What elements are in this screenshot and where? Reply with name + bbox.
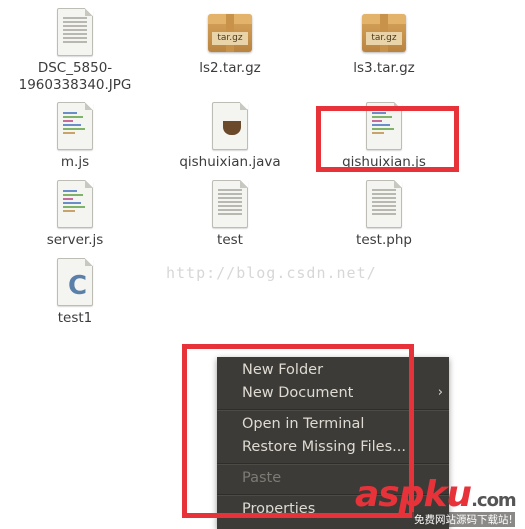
- text-file-icon: [360, 180, 408, 228]
- chevron-right-icon: ›: [437, 385, 443, 400]
- file-name: qishuixian.java: [179, 154, 281, 170]
- file-m-js[interactable]: m.js: [15, 102, 135, 171]
- java-file-icon: [206, 102, 254, 150]
- archive-icon: tar.gz: [360, 8, 408, 56]
- file-name: test.php: [356, 232, 412, 248]
- file-test1[interactable]: C test1: [15, 258, 135, 327]
- file-name: ls2.tar.gz: [199, 60, 261, 76]
- watermark-url: http://blog.csdn.net/: [166, 264, 377, 282]
- c-source-file-icon: C: [51, 258, 99, 306]
- image-file-icon: [51, 8, 99, 56]
- brand-main: aspku: [355, 474, 472, 515]
- brand-tagline: 免费网站源码下载站!: [412, 512, 515, 527]
- file-server-js[interactable]: server.js: [15, 180, 135, 249]
- brand-suffix: .com: [471, 490, 517, 511]
- brand-logo: aspku.com: [355, 474, 517, 515]
- file-test-php[interactable]: test.php: [324, 180, 444, 249]
- file-name: test1: [57, 310, 93, 326]
- file-name: m.js: [60, 154, 90, 170]
- file-name: test: [217, 232, 243, 248]
- script-file-icon: [51, 102, 99, 150]
- file-qishuixian-java[interactable]: qishuixian.java: [170, 102, 290, 171]
- file-test[interactable]: test: [170, 180, 290, 249]
- archive-icon: tar.gz: [206, 8, 254, 56]
- highlight-box-file: [316, 106, 459, 172]
- file-name: server.js: [46, 232, 104, 248]
- file-ls3-tar-gz[interactable]: tar.gz ls3.tar.gz: [324, 8, 444, 77]
- script-file-icon: [51, 180, 99, 228]
- text-file-icon: [206, 180, 254, 228]
- file-dsc-jpg[interactable]: DSC_5850- 1960338340.JPG: [15, 8, 135, 94]
- file-ls2-tar-gz[interactable]: tar.gz ls2.tar.gz: [170, 8, 290, 77]
- file-name: ls3.tar.gz: [353, 60, 415, 76]
- file-name: DSC_5850- 1960338340.JPG: [18, 60, 132, 93]
